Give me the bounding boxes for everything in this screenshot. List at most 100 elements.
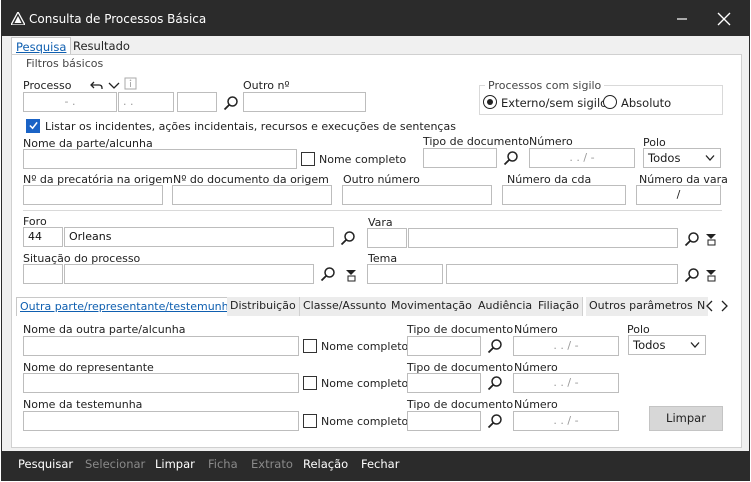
ficha-action[interactable]: Ficha: [208, 457, 238, 471]
search-icon[interactable]: [223, 95, 239, 111]
test-nome-completo-checkbox[interactable]: [303, 414, 317, 428]
chevron-down-icon[interactable]: [106, 77, 122, 93]
nome-outra-input[interactable]: [23, 336, 299, 356]
sigilo-externo-label[interactable]: Externo/sem sigilo: [501, 96, 607, 110]
tab-outra-parte[interactable]: Outra parte/representante/testemunha: [16, 297, 240, 316]
tab-resultado[interactable]: Resultado: [69, 37, 134, 55]
outra-polo-select[interactable]: Todos: [628, 335, 706, 355]
vara-num-input[interactable]: /: [636, 185, 721, 205]
test-numero-label: Número: [514, 398, 558, 411]
sigilo-absoluto-radio[interactable]: [603, 95, 617, 109]
vara-code-input[interactable]: [367, 228, 407, 248]
divider: [23, 210, 722, 211]
nome-completo-checkbox[interactable]: [301, 152, 315, 166]
test-nome-completo-label[interactable]: Nome completo: [321, 415, 408, 428]
tab-audiencia[interactable]: Audiência: [475, 297, 537, 316]
window-title: Consulta de Processos Básica: [29, 12, 207, 26]
listar-label[interactable]: Listar os incidentes, ações incidentais,…: [45, 120, 456, 133]
search-icon[interactable]: [487, 338, 503, 354]
outro-numero-input[interactable]: [342, 185, 492, 205]
main-window: Consulta de Processos Básica Pesquisa Re…: [1, 0, 750, 481]
search-icon[interactable]: [320, 266, 336, 282]
outra-nome-completo-checkbox[interactable]: [303, 339, 317, 353]
sigilo-title: Processos com sigilo: [485, 79, 605, 92]
precatoria-input[interactable]: [23, 185, 163, 205]
situacao-code-input[interactable]: [23, 264, 63, 284]
undo-icon[interactable]: [89, 77, 105, 93]
search-icon[interactable]: [487, 413, 503, 429]
chevron-left-icon[interactable]: [704, 299, 716, 313]
numero-label: Número: [529, 135, 573, 148]
close-icon: [717, 12, 731, 26]
nome-test-input[interactable]: [23, 411, 299, 431]
info-icon[interactable]: [123, 76, 139, 92]
detail-tabs: Outra parte/representante/testemunha Dis…: [16, 297, 734, 316]
doc-origem-input[interactable]: [172, 185, 332, 205]
processo-input-3[interactable]: [177, 92, 217, 112]
parte-input[interactable]: [23, 149, 297, 169]
extrato-action[interactable]: Extrato: [251, 457, 293, 471]
nome-test-label: Nome da testemunha: [23, 398, 143, 411]
nome-outra-label: Nome da outra parte/alcunha: [23, 323, 186, 336]
test-numero-input[interactable]: . . / -: [513, 411, 619, 431]
repr-numero-input[interactable]: . . / -: [513, 373, 619, 393]
chevron-down-icon: [705, 155, 715, 161]
search-icon[interactable]: [684, 231, 700, 247]
nome-repr-input[interactable]: [23, 373, 299, 393]
tab-movimentacao[interactable]: Movimentação: [388, 297, 476, 316]
tab-distribuicao[interactable]: Distribuição: [227, 297, 300, 316]
fechar-action[interactable]: Fechar: [361, 457, 399, 471]
nome-completo-label[interactable]: Nome completo: [319, 153, 406, 166]
situacao-name-input[interactable]: [64, 264, 314, 284]
search-icon[interactable]: [503, 150, 519, 166]
outra-numero-label: Número: [514, 323, 558, 336]
listar-checkbox[interactable]: [26, 119, 40, 133]
vara-name-input[interactable]: [408, 228, 678, 248]
cda-input[interactable]: [502, 185, 626, 205]
limpar-button[interactable]: Limpar: [649, 406, 723, 431]
repr-nome-completo-label[interactable]: Nome completo: [321, 377, 408, 390]
search-panel: Filtros básicos Processo - . . . Outro n…: [11, 54, 742, 448]
close-button[interactable]: [704, 1, 744, 36]
sigilo-externo-radio[interactable]: [483, 95, 497, 109]
search-icon[interactable]: [340, 230, 356, 246]
sigilo-absoluto-label[interactable]: Absoluto: [621, 96, 671, 110]
pesquisar-action[interactable]: Pesquisar: [18, 457, 73, 471]
foro-code-input[interactable]: 44: [23, 227, 63, 247]
minimize-button[interactable]: [662, 1, 702, 36]
tab-classe-assunto[interactable]: Classe/Assunto: [300, 297, 391, 316]
app-icon: [11, 12, 25, 25]
processo-input-1[interactable]: - .: [23, 92, 117, 112]
chevron-right-icon[interactable]: [718, 299, 730, 313]
tab-outros-parametros[interactable]: Outros parâmetros: [586, 297, 697, 316]
tab-pesquisa[interactable]: Pesquisa: [11, 37, 72, 55]
test-tipo-doc-label: Tipo de documento: [407, 398, 514, 411]
filtros-group-title: Filtros básicos: [26, 57, 104, 70]
processo-input-2[interactable]: . .: [118, 92, 174, 112]
search-icon[interactable]: [487, 375, 503, 391]
outra-numero-input[interactable]: . . / -: [513, 336, 619, 356]
title-bar[interactable]: Consulta de Processos Básica: [2, 1, 749, 36]
repr-nome-completo-checkbox[interactable]: [303, 376, 317, 390]
test-tipo-doc-input[interactable]: [407, 411, 481, 431]
filter-icon[interactable]: [704, 267, 720, 283]
repr-tipo-doc-input[interactable]: [407, 373, 481, 393]
tema-name-input[interactable]: [446, 264, 678, 284]
polo-select[interactable]: Todos: [643, 148, 721, 168]
limpar-action[interactable]: Limpar: [155, 457, 195, 471]
search-icon[interactable]: [684, 267, 700, 283]
numero-input[interactable]: . . / -: [529, 148, 635, 168]
outra-nome-completo-label[interactable]: Nome completo: [321, 340, 408, 353]
tipo-doc-input[interactable]: [423, 148, 497, 168]
filter-icon[interactable]: [704, 231, 720, 247]
processo-label: Processo: [23, 79, 72, 92]
outra-tipo-doc-input[interactable]: [407, 336, 481, 356]
filter-icon[interactable]: [344, 267, 360, 283]
tab-filiacao[interactable]: Filiação: [535, 297, 583, 316]
tema-code-input[interactable]: [367, 264, 443, 284]
foro-name-input[interactable]: Orleans: [64, 227, 334, 247]
check-icon: [29, 121, 38, 130]
outro-input[interactable]: [243, 92, 366, 112]
relacao-action[interactable]: Relação: [303, 457, 348, 471]
selecionar-action[interactable]: Selecionar: [85, 457, 145, 471]
